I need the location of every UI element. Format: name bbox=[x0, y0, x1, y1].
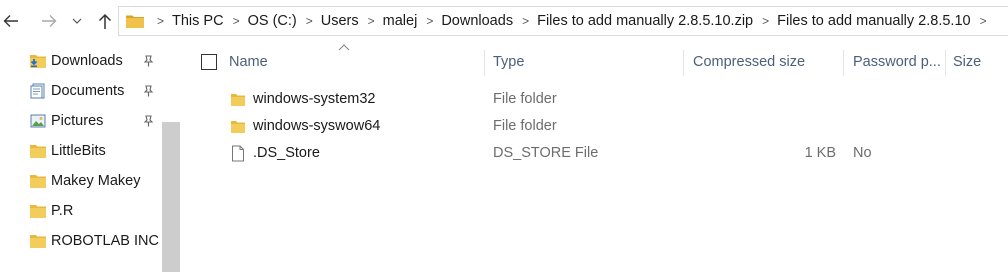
breadcrumb-users[interactable]: Users bbox=[321, 7, 359, 35]
nav-item-label: ROBOTLAB INC bbox=[51, 233, 159, 249]
folder-icon bbox=[231, 94, 245, 106]
nav-item-label: Documents bbox=[51, 83, 125, 99]
folder-icon bbox=[231, 121, 245, 133]
nav-item-documents[interactable]: Documents bbox=[0, 76, 162, 106]
navigation-pane: Downloads Documents Pictures LittleBits … bbox=[0, 40, 180, 272]
column-divider[interactable] bbox=[945, 50, 946, 76]
nav-item-pictures[interactable]: Pictures bbox=[0, 106, 162, 136]
breadcrumb-downloads[interactable]: Downloads bbox=[441, 7, 513, 35]
nav-item-label: Downloads bbox=[51, 53, 123, 69]
chevron-right-icon[interactable]: > bbox=[971, 7, 995, 35]
download-folder-icon bbox=[30, 55, 46, 68]
back-button[interactable] bbox=[0, 10, 22, 32]
nav-item-label: P.R bbox=[51, 203, 74, 219]
folder-icon bbox=[30, 145, 46, 158]
folder-icon bbox=[30, 175, 46, 188]
chevron-right-icon[interactable]: > bbox=[297, 7, 321, 35]
column-divider[interactable] bbox=[683, 50, 684, 76]
chevron-right-icon: > bbox=[157, 14, 165, 28]
navigation-pane-scrollbar[interactable] bbox=[162, 122, 180, 272]
file-name: windows-syswow64 bbox=[253, 118, 381, 134]
breadcrumb-current-folder[interactable]: Files to add manually 2.8.5.10 bbox=[777, 7, 970, 35]
file-type: DS_STORE File bbox=[493, 145, 599, 161]
nav-item-pr[interactable]: P.R bbox=[0, 196, 162, 226]
chevron-right-icon[interactable]: > bbox=[513, 7, 537, 35]
recent-locations-button[interactable] bbox=[70, 10, 84, 32]
column-header-size[interactable]: Size bbox=[953, 48, 981, 76]
pin-icon[interactable] bbox=[141, 84, 155, 98]
nav-item-label: Pictures bbox=[51, 113, 104, 129]
select-all-checkbox[interactable] bbox=[201, 54, 217, 70]
column-header-type[interactable]: Type bbox=[493, 48, 524, 76]
file-row[interactable]: windows-syswow64 File folder bbox=[180, 113, 1008, 140]
navigation-bar: > This PC > OS (C:) > Users > malej > Do… bbox=[0, 0, 1008, 40]
breadcrumb-malej[interactable]: malej bbox=[383, 7, 418, 35]
folder-icon bbox=[30, 205, 46, 218]
folder-icon bbox=[126, 15, 144, 28]
file-row[interactable]: windows-system32 File folder bbox=[180, 86, 1008, 113]
file-name: .DS_Store bbox=[253, 145, 320, 161]
chevron-right-icon[interactable]: > bbox=[753, 7, 777, 35]
chevron-down-icon bbox=[72, 18, 82, 24]
up-button[interactable] bbox=[94, 10, 116, 32]
column-divider[interactable] bbox=[843, 50, 844, 76]
chevron-right-icon[interactable]: > bbox=[359, 7, 383, 35]
breadcrumb-this-pc[interactable]: This PC bbox=[172, 7, 224, 35]
nav-item-label: LittleBits bbox=[51, 143, 106, 159]
column-header-compressed-size[interactable]: Compressed size bbox=[693, 48, 805, 76]
column-header-password[interactable]: Password p... bbox=[853, 48, 941, 76]
file-type: File folder bbox=[493, 118, 557, 134]
nav-item-label: Makey Makey bbox=[51, 173, 141, 189]
forward-button[interactable] bbox=[38, 10, 60, 32]
file-icon bbox=[232, 145, 244, 162]
chevron-right-icon[interactable]: > bbox=[417, 7, 441, 35]
breadcrumb-os-drive[interactable]: OS (C:) bbox=[248, 7, 297, 35]
breadcrumb-zip[interactable]: Files to add manually 2.8.5.10.zip bbox=[537, 7, 753, 35]
nav-item-makey-makey[interactable]: Makey Makey bbox=[0, 166, 162, 196]
chevron-right-icon[interactable]: > bbox=[224, 7, 248, 35]
file-list: Name Type Compressed size Password p... … bbox=[180, 40, 1008, 272]
address-bar[interactable]: > This PC > OS (C:) > Users > malej > Do… bbox=[118, 6, 1008, 36]
pin-icon[interactable] bbox=[141, 114, 155, 128]
nav-item-downloads[interactable]: Downloads bbox=[0, 46, 162, 76]
file-compressed-size: 1 KB bbox=[804, 145, 836, 161]
pictures-icon bbox=[30, 114, 46, 128]
nav-item-littlebits[interactable]: LittleBits bbox=[0, 136, 162, 166]
forward-arrow-icon bbox=[42, 15, 57, 27]
documents-icon bbox=[30, 83, 45, 99]
file-password: No bbox=[853, 145, 872, 161]
file-type: File folder bbox=[493, 91, 557, 107]
file-name: windows-system32 bbox=[253, 91, 376, 107]
pin-icon[interactable] bbox=[141, 54, 155, 68]
up-arrow-icon bbox=[98, 13, 112, 29]
sort-ascending-icon bbox=[338, 44, 350, 51]
folder-icon bbox=[30, 235, 46, 248]
nav-item-robotlab-inc[interactable]: ROBOTLAB INC bbox=[0, 226, 162, 256]
file-row[interactable]: .DS_Store DS_STORE File 1 KB No bbox=[180, 140, 1008, 167]
back-arrow-icon bbox=[3, 15, 18, 27]
column-header-name[interactable]: Name bbox=[229, 48, 268, 76]
column-divider[interactable] bbox=[484, 50, 485, 76]
